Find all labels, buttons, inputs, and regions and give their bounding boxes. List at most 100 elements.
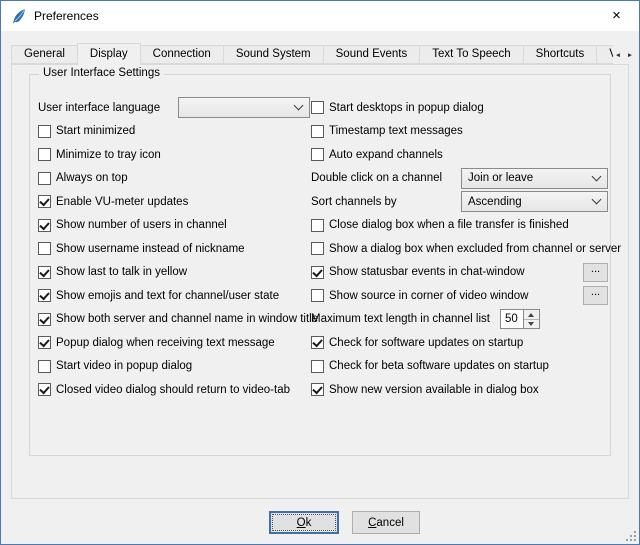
browse-button-show-source-in-corner-of-video-window[interactable]: ...	[583, 286, 608, 305]
cancel-button[interactable]: Cancel	[352, 511, 420, 534]
checkbox-enable-vu-meter-updates[interactable]	[38, 195, 51, 208]
checkbox-check-for-beta-software-updates-on-startup[interactable]	[311, 360, 324, 373]
row-show-statusbar-events-in-chat-window[interactable]: Show statusbar events in chat-window...	[311, 261, 608, 285]
checkbox-always-on-top[interactable]	[38, 172, 51, 185]
label-auto-expand-channels: Auto expand channels	[329, 149, 443, 161]
row-start-desktops-in-popup-dialog[interactable]: Start desktops in popup dialog	[311, 96, 608, 120]
label-show-emojis-and-text-for-channel-user-state: Show emojis and text for channel/user st…	[56, 290, 279, 302]
tab-scroll-left-icon[interactable]: ◄	[613, 48, 623, 62]
checkbox-show-username-instead-of-nickname[interactable]	[38, 242, 51, 255]
tab-panel-display: User Interface Settings User interface l…	[11, 64, 629, 499]
checkbox-close-dialog-box-when-a-file-transfer-is-finished[interactable]	[311, 219, 324, 232]
row-start-minimized[interactable]: Start minimized	[38, 120, 310, 144]
checkbox-start-minimized[interactable]	[38, 125, 51, 138]
row-show-source-in-corner-of-video-window[interactable]: Show source in corner of video window...	[311, 284, 608, 308]
spinbox-value[interactable]: 50	[500, 309, 524, 329]
spinbox-maximum-text-length-in-channel-list: 50	[500, 309, 540, 329]
checkbox-show-a-dialog-box-when-excluded-from-channel-or-server[interactable]	[311, 242, 324, 255]
app-icon	[10, 8, 27, 25]
row-user-interface-language: User interface language	[38, 96, 310, 120]
dropdown-double-click-on-a-channel[interactable]: Join or leave	[461, 168, 608, 189]
tab-bar: GeneralDisplayConnectionSound SystemSoun…	[11, 43, 613, 65]
label-always-on-top: Always on top	[56, 172, 128, 184]
row-always-on-top[interactable]: Always on top	[38, 167, 310, 191]
chevron-down-icon	[592, 171, 602, 181]
tab-connection[interactable]: Connection	[140, 45, 224, 64]
tab-shortcuts[interactable]: Shortcuts	[523, 45, 598, 64]
label-show-number-of-users-in-channel: Show number of users in channel	[56, 219, 227, 231]
checkbox-start-desktops-in-popup-dialog[interactable]	[311, 101, 324, 114]
row-popup-dialog-when-receiving-text-message[interactable]: Popup dialog when receiving text message	[38, 331, 310, 355]
row-show-last-to-talk-in-yellow[interactable]: Show last to talk in yellow	[38, 261, 310, 285]
label-maximum-text-length-in-channel-list: Maximum text length in channel list	[311, 313, 490, 325]
tab-video-capture[interactable]: Video Capture	[596, 45, 613, 64]
right-column: Start desktops in popup dialog Timestamp …	[311, 96, 608, 402]
tab-general[interactable]: General	[11, 45, 78, 64]
chevron-down-icon	[592, 195, 602, 205]
row-start-video-in-popup-dialog[interactable]: Start video in popup dialog	[38, 355, 310, 379]
checkbox-show-both-server-and-channel-name-in-window-title[interactable]	[38, 313, 51, 326]
row-show-number-of-users-in-channel[interactable]: Show number of users in channel	[38, 214, 310, 238]
ok-button[interactable]: Ok	[269, 511, 339, 534]
checkbox-show-number-of-users-in-channel[interactable]	[38, 219, 51, 232]
label-show-last-to-talk-in-yellow: Show last to talk in yellow	[56, 266, 187, 278]
row-auto-expand-channels[interactable]: Auto expand channels	[311, 143, 608, 167]
close-button[interactable]: ×	[594, 1, 639, 31]
checkbox-auto-expand-channels[interactable]	[311, 148, 324, 161]
row-check-for-software-updates-on-startup[interactable]: Check for software updates on startup	[311, 331, 608, 355]
checkbox-show-last-to-talk-in-yellow[interactable]	[38, 266, 51, 279]
label-check-for-beta-software-updates-on-startup: Check for beta software updates on start…	[329, 360, 549, 372]
row-enable-vu-meter-updates[interactable]: Enable VU-meter updates	[38, 190, 310, 214]
row-show-new-version-available-in-dialog-box[interactable]: Show new version available in dialog box	[311, 378, 608, 402]
checkbox-start-video-in-popup-dialog[interactable]	[38, 360, 51, 373]
left-column: User interface language Start minimizedMi…	[38, 96, 310, 402]
row-show-a-dialog-box-when-excluded-from-channel-or-server[interactable]: Show a dialog box when excluded from cha…	[311, 237, 608, 261]
browse-button-show-statusbar-events-in-chat-window[interactable]: ...	[583, 263, 608, 282]
tab-text-to-speech[interactable]: Text To Speech	[419, 45, 523, 64]
label-double-click-on-a-channel: Double click on a channel	[311, 172, 442, 184]
checkbox-closed-video-dialog-should-return-to-video-tab[interactable]	[38, 383, 51, 396]
spin-down-button[interactable]	[524, 319, 539, 329]
checkbox-popup-dialog-when-receiving-text-message[interactable]	[38, 336, 51, 349]
window-title: Preferences	[34, 9, 99, 23]
checkbox-show-emojis-and-text-for-channel-user-state[interactable]	[38, 289, 51, 302]
label-close-dialog-box-when-a-file-transfer-is-finished: Close dialog box when a file transfer is…	[329, 219, 569, 231]
tab-scroll-right-icon[interactable]: ►	[625, 48, 635, 62]
label-show-both-server-and-channel-name-in-window-title: Show both server and channel name in win…	[56, 313, 318, 325]
tab-sound-system[interactable]: Sound System	[223, 45, 324, 64]
title-bar[interactable]: Preferences ×	[1, 1, 639, 31]
dropdown-value: Join or leave	[468, 172, 587, 184]
tab-sound-events[interactable]: Sound Events	[323, 45, 421, 64]
groupbox-title: User Interface Settings	[39, 67, 164, 79]
checkbox-timestamp-text-messages[interactable]	[311, 125, 324, 138]
row-check-for-beta-software-updates-on-startup[interactable]: Check for beta software updates on start…	[311, 355, 608, 379]
row-show-both-server-and-channel-name-in-window-title[interactable]: Show both server and channel name in win…	[38, 308, 310, 332]
tab-scroll: ◄ ►	[613, 48, 635, 62]
row-sort-channels-by: Sort channels byAscending	[311, 190, 608, 214]
row-close-dialog-box-when-a-file-transfer-is-finished[interactable]: Close dialog box when a file transfer is…	[311, 214, 608, 238]
row-show-emojis-and-text-for-channel-user-state[interactable]: Show emojis and text for channel/user st…	[38, 284, 310, 308]
checkbox-show-new-version-available-in-dialog-box[interactable]	[311, 383, 324, 396]
label-popup-dialog-when-receiving-text-message: Popup dialog when receiving text message	[56, 337, 275, 349]
resize-grip[interactable]	[625, 530, 637, 542]
label-show-a-dialog-box-when-excluded-from-channel-or-server: Show a dialog box when excluded from cha…	[329, 243, 621, 255]
checkbox-check-for-software-updates-on-startup[interactable]	[311, 336, 324, 349]
label-closed-video-dialog-should-return-to-video-tab: Closed video dialog should return to vid…	[56, 384, 290, 396]
checkbox-show-source-in-corner-of-video-window[interactable]	[311, 289, 324, 302]
spinbox-buttons	[524, 309, 540, 329]
label-enable-vu-meter-updates: Enable VU-meter updates	[56, 196, 188, 208]
row-show-username-instead-of-nickname[interactable]: Show username instead of nickname	[38, 237, 310, 261]
row-minimize-to-tray-icon[interactable]: Minimize to tray icon	[38, 143, 310, 167]
tab-display[interactable]: Display	[77, 43, 141, 65]
checkbox-minimize-to-tray-icon[interactable]	[38, 148, 51, 161]
row-closed-video-dialog-should-return-to-video-tab[interactable]: Closed video dialog should return to vid…	[38, 378, 310, 402]
dropdown-sort-channels-by[interactable]: Ascending	[461, 191, 608, 212]
label-show-source-in-corner-of-video-window: Show source in corner of video window	[329, 290, 528, 302]
spin-up-button[interactable]	[524, 310, 539, 319]
dropdown-user-interface-language[interactable]	[178, 97, 310, 118]
label-show-statusbar-events-in-chat-window: Show statusbar events in chat-window	[329, 266, 525, 278]
label-user-interface-language: User interface language	[38, 102, 160, 114]
label-start-desktops-in-popup-dialog: Start desktops in popup dialog	[329, 102, 484, 114]
row-timestamp-text-messages[interactable]: Timestamp text messages	[311, 120, 608, 144]
checkbox-show-statusbar-events-in-chat-window[interactable]	[311, 266, 324, 279]
